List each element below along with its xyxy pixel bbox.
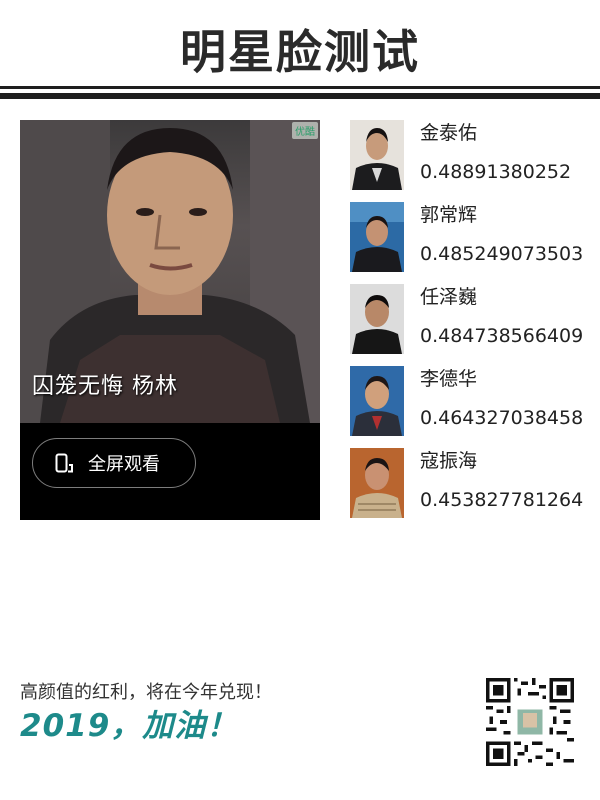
watermark-logo: 优酷: [292, 122, 318, 139]
video-caption: 囚笼无悔 杨林: [32, 374, 178, 399]
fullscreen-button[interactable]: 全屏观看: [32, 438, 196, 488]
match-item[interactable]: 李德华 0.464327038458: [350, 366, 600, 436]
qr-code[interactable]: [486, 678, 574, 766]
avatar: [350, 448, 404, 518]
header-divider-thick: [0, 93, 600, 99]
match-score: 0.453827781264: [420, 489, 584, 511]
page-title: 明星脸测试: [180, 25, 420, 79]
match-item[interactable]: 任泽巍 0.484738566409: [350, 284, 600, 354]
match-name: 金泰佑: [420, 122, 478, 144]
match-score: 0.48891380252: [420, 161, 572, 183]
avatar: [350, 120, 404, 190]
video-frame: 优酷 囚笼无悔 杨林: [20, 120, 320, 423]
match-score: 0.484738566409: [420, 325, 584, 347]
match-name: 李德华: [420, 368, 478, 390]
avatar: [350, 284, 404, 354]
slogan-text: 高颜值的红利，将在今年兑现！: [20, 682, 272, 703]
video-player[interactable]: 优酷 囚笼无悔 杨林 全屏观看: [20, 120, 320, 520]
match-name: 郭常辉: [420, 204, 478, 226]
match-item[interactable]: 寇振海 0.453827781264: [350, 448, 600, 518]
match-score: 0.464327038458: [420, 407, 584, 429]
avatar: [350, 366, 404, 436]
match-score: 0.485249073503: [420, 243, 584, 265]
fullscreen-label: 全屏观看: [88, 454, 160, 475]
match-item[interactable]: 金泰佑 0.48891380252: [350, 120, 600, 190]
year-banner: 2019，加油！: [20, 708, 239, 744]
avatar: [350, 202, 404, 272]
header-divider-thin: [0, 86, 600, 89]
match-name: 任泽巍: [420, 286, 478, 308]
match-item[interactable]: 郭常辉 0.485249073503: [350, 202, 600, 272]
match-name: 寇振海: [420, 450, 478, 472]
fullscreen-icon: [55, 453, 73, 473]
